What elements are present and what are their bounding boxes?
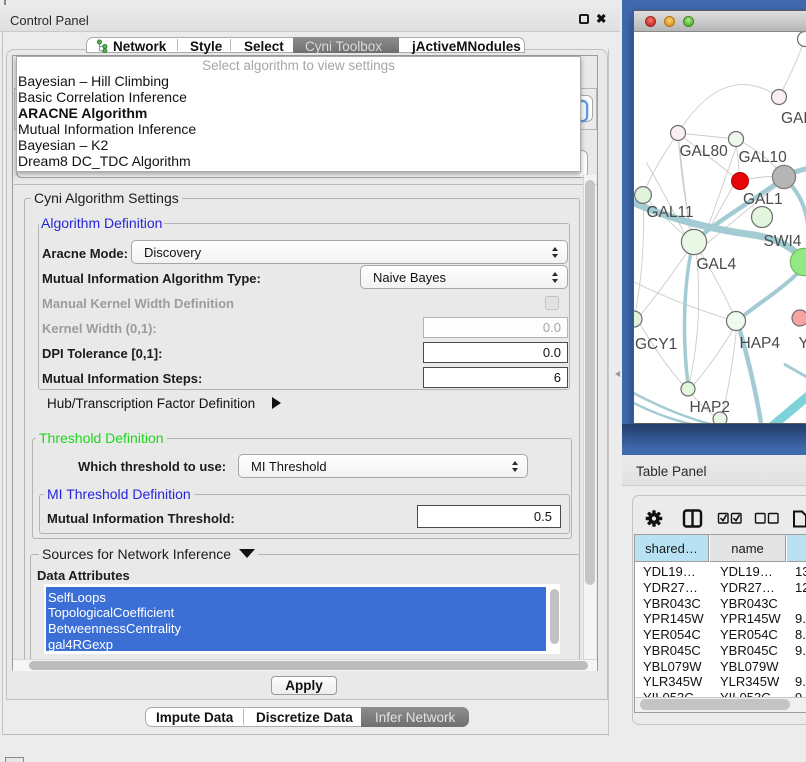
svg-text:GAL: GAL xyxy=(781,110,806,127)
svg-text:GCY1: GCY1 xyxy=(635,336,677,353)
svg-text:HAP4: HAP4 xyxy=(740,335,781,352)
svg-text:SWI4: SWI4 xyxy=(764,233,802,250)
svg-text:GAL11: GAL11 xyxy=(647,204,694,221)
svg-text:Y: Y xyxy=(799,335,806,352)
svg-text:GAL80: GAL80 xyxy=(680,143,729,160)
svg-text:GAL4: GAL4 xyxy=(697,256,737,273)
svg-text:GAL1: GAL1 xyxy=(743,191,783,208)
svg-text:HAP2: HAP2 xyxy=(690,399,731,416)
svg-text:GAL10: GAL10 xyxy=(739,149,788,166)
